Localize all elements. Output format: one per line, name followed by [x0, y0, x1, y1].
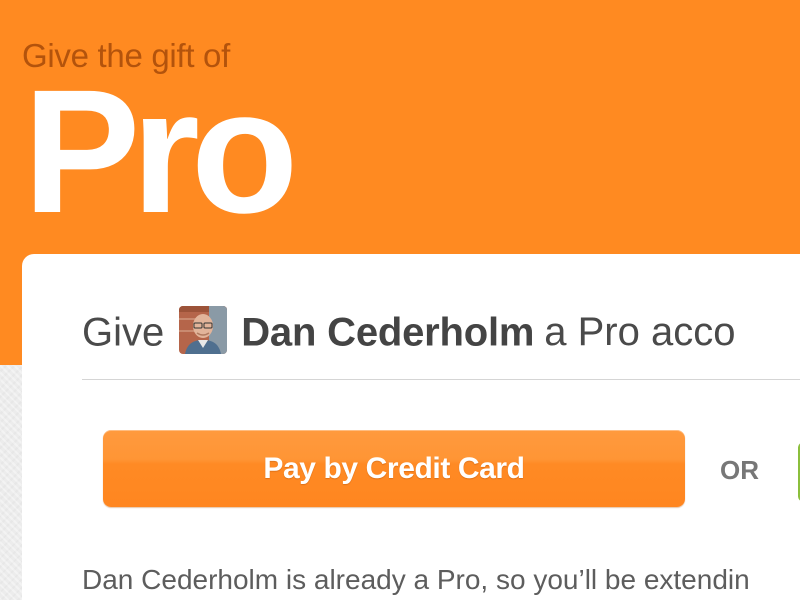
give-prefix: Give: [82, 310, 165, 355]
recipient-name[interactable]: Dan Cederholm: [241, 310, 534, 354]
gift-card-panel: Give Dan Cederholm a Pro acco Pay by Cred…: [22, 254, 800, 600]
section-divider: [82, 379, 800, 380]
or-separator: OR: [720, 455, 759, 485]
give-suffix: a Pro acco: [544, 310, 736, 355]
hero-title: Pro: [23, 54, 298, 250]
pay-by-credit-card-button[interactable]: Pay by Credit Card: [103, 430, 685, 507]
user-avatar-icon: [179, 306, 228, 355]
already-pro-notice: Dan Cederholm is already a Pro, so you’l…: [82, 564, 750, 595]
pay-button-label: Pay by Credit Card: [263, 451, 525, 485]
give-heading: Give Dan Cederholm a Pro acco: [82, 302, 735, 358]
